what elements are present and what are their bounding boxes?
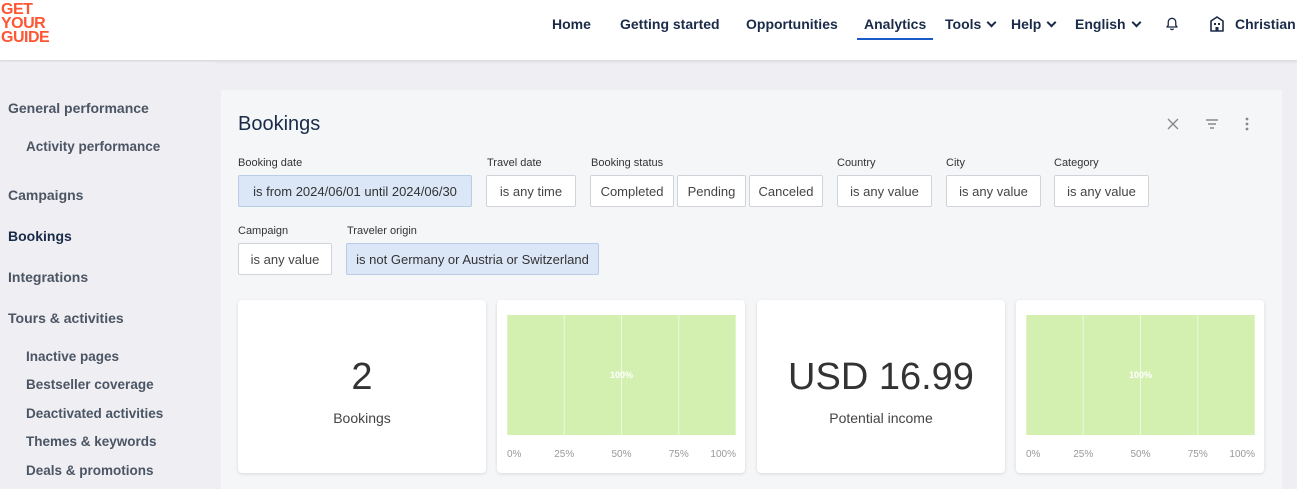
x-tick-label: 25% (554, 449, 574, 460)
sidebar-item-bestseller-coverage[interactable]: Bestseller coverage (26, 377, 154, 392)
country-filter[interactable]: is any value (837, 175, 932, 207)
sidebar-item-general-performance[interactable]: General performance (8, 100, 149, 116)
bell-icon[interactable] (1165, 17, 1179, 31)
language-selector[interactable]: English (1075, 16, 1142, 32)
filter-icon[interactable] (1204, 116, 1220, 132)
top-navigation-bar: GET YOUR GUIDE Home Getting started Oppo… (0, 0, 1297, 61)
traveler-origin-filter[interactable]: is not Germany or Austria or Switzerland (346, 243, 599, 275)
chart-card-bookings-share: 100% 0% 25% 50% 75% 100% (497, 300, 745, 473)
x-tick-label: 0% (1026, 449, 1041, 460)
logo-line-3: GUIDE (1, 29, 50, 46)
campaign-label: Campaign (238, 225, 289, 237)
x-tick-label: 75% (669, 449, 689, 460)
bookings-dashboard-panel: Bookings Booking date is from 2024/06/01… (221, 90, 1282, 489)
close-icon[interactable] (1165, 116, 1181, 132)
language-label: English (1075, 16, 1126, 32)
booking-date-label: Booking date (238, 157, 303, 169)
getyourguide-logo[interactable]: GET YOUR GUIDE (1, 2, 61, 46)
travel-date-label: Travel date (487, 157, 542, 169)
nav-help[interactable]: Help (1011, 16, 1057, 32)
supplier-building-icon (1210, 16, 1224, 32)
nav-tools[interactable]: Tools (945, 16, 997, 32)
sidebar-item-activity-performance[interactable]: Activity performance (26, 139, 160, 154)
chevron-down-icon (1046, 17, 1057, 28)
booking-date-filter[interactable]: is from 2024/06/01 until 2024/06/30 (238, 175, 472, 207)
status-pending-button[interactable]: Pending (677, 175, 746, 207)
x-tick-label: 50% (1130, 449, 1150, 460)
campaign-filter[interactable]: is any value (238, 243, 332, 275)
more-vertical-icon[interactable] (1239, 116, 1255, 132)
nav-tools-label: Tools (945, 16, 982, 32)
nav-home[interactable]: Home (552, 16, 591, 32)
x-tick-label: 100% (1229, 449, 1255, 460)
page-title: Bookings (238, 113, 321, 135)
kpi-card-potential-income: USD 16.99 Potential income (757, 300, 1005, 473)
nav-getting-started[interactable]: Getting started (620, 16, 720, 32)
sidebar-item-deactivated-activities[interactable]: Deactivated activities (26, 406, 163, 421)
status-canceled-button[interactable]: Canceled (749, 175, 823, 207)
traveler-origin-label: Traveler origin (347, 225, 417, 237)
x-tick-label: 50% (611, 449, 631, 460)
city-filter[interactable]: is any value (946, 175, 1041, 207)
travel-date-filter[interactable]: is any time (486, 175, 576, 207)
category-filter[interactable]: is any value (1054, 175, 1149, 207)
kpi-label: Potential income (829, 410, 933, 426)
x-tick-label: 25% (1073, 449, 1093, 460)
sidebar-item-campaigns[interactable]: Campaigns (8, 187, 83, 203)
sidebar-item-deals-promotions[interactable]: Deals & promotions (26, 463, 154, 478)
sidebar-item-integrations[interactable]: Integrations (8, 269, 88, 285)
category-label: Category (1054, 157, 1099, 169)
sidebar-item-inactive-pages[interactable]: Inactive pages (26, 349, 119, 364)
status-completed-button[interactable]: Completed (590, 175, 674, 207)
country-label: Country (837, 157, 876, 169)
nav-opportunities[interactable]: Opportunities (746, 16, 838, 32)
chart-card-income-share: 100% 0% 25% 50% 75% 100% (1016, 300, 1264, 473)
sidebar-item-tours-activities[interactable]: Tours & activities (8, 310, 124, 326)
chevron-down-icon (986, 17, 997, 28)
bar-chart-1: 100%0% 25% 50% 75% 100% (506, 315, 737, 460)
x-tick-label: 100% (710, 449, 736, 460)
user-menu[interactable]: Christian (1235, 16, 1296, 32)
x-tick-label: 0% (507, 449, 522, 460)
nav-analytics[interactable]: Analytics (856, 16, 934, 40)
city-label: City (946, 157, 965, 169)
kpi-label: Bookings (333, 410, 391, 426)
booking-status-label: Booking status (591, 157, 664, 169)
chevron-down-icon (1131, 17, 1142, 28)
x-tick-label: 75% (1188, 449, 1208, 460)
nav-help-label: Help (1011, 16, 1042, 32)
sidebar: General performance Activity performance… (0, 62, 215, 489)
sidebar-item-themes-keywords[interactable]: Themes & keywords (26, 434, 157, 449)
kpi-card-bookings: 2 Bookings (238, 300, 486, 473)
kpi-value: USD 16.99 (788, 356, 974, 398)
kpi-value: 2 (351, 356, 373, 398)
sidebar-item-bookings[interactable]: Bookings (8, 228, 72, 244)
bar-chart-2: 100%0% 25% 50% 75% 100% (1025, 315, 1256, 460)
